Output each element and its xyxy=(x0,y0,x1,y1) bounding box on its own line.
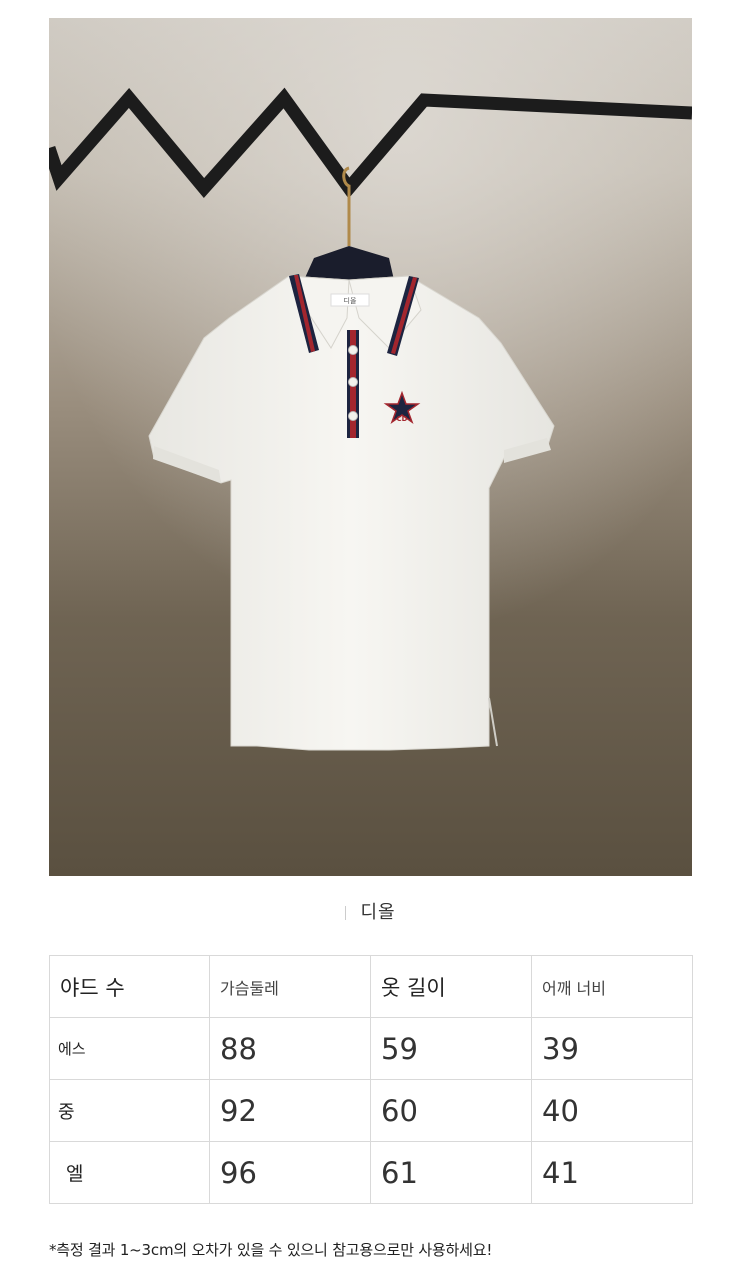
button-2 xyxy=(348,377,358,387)
button-1 xyxy=(348,345,358,355)
row-label: 엘 xyxy=(49,1141,210,1204)
polo-shirt-illustration: 디올 CD xyxy=(49,18,692,876)
product-photo: 디올 CD xyxy=(49,18,692,876)
cell-chest: 96 xyxy=(209,1141,371,1204)
cell-shoulder: 41 xyxy=(531,1141,693,1204)
size-table: 야드 수 가슴둘레 옷 길이 어깨 너비 에스 88 59 39 중 92 60… xyxy=(49,955,693,1204)
header-length: 옷 길이 xyxy=(370,955,532,1018)
row-label: 에스 xyxy=(49,1017,210,1080)
brand-name: 디올 xyxy=(360,902,396,923)
header-size: 야드 수 xyxy=(49,955,210,1018)
cell-length: 59 xyxy=(370,1017,532,1080)
caption-divider xyxy=(345,906,347,920)
button-3 xyxy=(348,411,358,421)
header-shoulder: 어깨 너비 xyxy=(531,955,693,1018)
cell-length: 61 xyxy=(370,1141,532,1204)
table-header-row: 야드 수 가슴둘레 옷 길이 어깨 너비 xyxy=(49,955,693,1018)
cell-chest: 92 xyxy=(209,1079,371,1142)
row-label: 중 xyxy=(49,1079,210,1142)
cell-length: 60 xyxy=(370,1079,532,1142)
emblem-text: CD xyxy=(397,415,408,423)
neck-label-text: 디올 xyxy=(344,296,357,305)
brand-caption: 디올 xyxy=(0,898,741,924)
cell-chest: 88 xyxy=(209,1017,371,1080)
header-chest: 가슴둘레 xyxy=(209,955,371,1018)
table-row: 엘 96 61 41 xyxy=(49,1141,693,1204)
table-row: 에스 88 59 39 xyxy=(49,1017,693,1080)
measurement-note: *측정 결과 1~3cm의 오차가 있을 수 있으니 참고용으로만 사용하세요! xyxy=(49,1241,493,1259)
cell-shoulder: 40 xyxy=(531,1079,693,1142)
cell-shoulder: 39 xyxy=(531,1017,693,1080)
table-row: 중 92 60 40 xyxy=(49,1079,693,1142)
